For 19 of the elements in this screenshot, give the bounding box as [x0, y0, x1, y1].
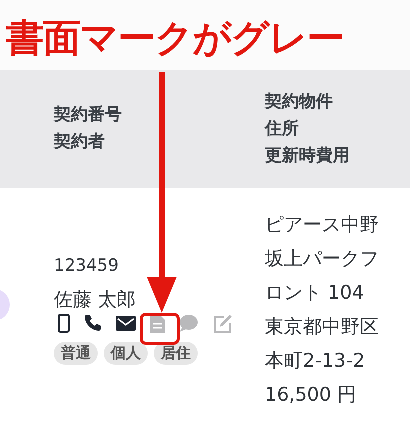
- mobile-phone-icon[interactable]: [58, 314, 70, 332]
- column-header: 更新時費用: [265, 144, 350, 168]
- contractor-name: 佐藤 太郎: [54, 288, 136, 312]
- property-name: ピアース中野坂上パークフロント 104: [265, 213, 380, 306]
- column-header: 住所: [265, 118, 299, 140]
- contract-number: 123459: [54, 256, 119, 276]
- highlight-box: [140, 313, 180, 345]
- phone-icon[interactable]: [84, 314, 102, 332]
- tag: 普通: [54, 342, 98, 365]
- renewal-fee: 16,500 円: [265, 383, 357, 408]
- tag: 居住: [154, 342, 198, 365]
- address: 東京都中野区本町2-13-2: [265, 315, 380, 374]
- chat-bubble-icon[interactable]: [179, 314, 199, 332]
- mail-icon[interactable]: [116, 316, 136, 330]
- tag: 個人: [104, 342, 148, 365]
- annotation-title: 書面マークがグレー: [6, 16, 344, 60]
- column-header: 契約者: [54, 131, 105, 154]
- column-header: 契約番号: [54, 104, 122, 127]
- column-header: 契約物件: [265, 90, 333, 114]
